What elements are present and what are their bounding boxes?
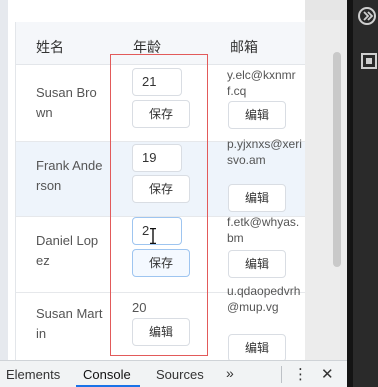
cell-email: f.etk@whyas.bm xyxy=(227,215,300,245)
age-input[interactable]: 19 xyxy=(132,144,182,172)
cell-email: p.yjxnxs@xerisvo.am xyxy=(227,137,302,167)
table-header: 姓名 年龄 邮箱 xyxy=(16,22,306,65)
header-email: 邮箱 xyxy=(230,39,258,55)
tab-sources[interactable]: Sources xyxy=(156,367,204,382)
tab-elements[interactable]: Elements xyxy=(6,367,60,382)
edit-button[interactable]: 编辑 xyxy=(228,334,286,360)
side-divider xyxy=(347,0,353,387)
left-gutter xyxy=(0,0,8,360)
header-name: 姓名 xyxy=(36,39,64,55)
age-input[interactable]: 21 xyxy=(132,68,182,96)
kebab-menu-icon[interactable]: ⋮ xyxy=(293,365,308,383)
table-row: Frank Anderson 19 保存 p.yjxnxs@xerisvo.am… xyxy=(16,137,306,217)
cell-name: Frank Anderson xyxy=(36,158,103,193)
divider xyxy=(281,366,282,383)
edit-button[interactable]: 编辑 xyxy=(228,101,286,129)
extension-icon[interactable] xyxy=(357,6,377,26)
data-table: 姓名 年龄 邮箱 Susan Brown 21 保存 y.elc@kxnmrf.… xyxy=(15,22,306,360)
save-button[interactable]: 保存 xyxy=(132,100,190,128)
more-tabs-icon[interactable]: » xyxy=(226,365,234,381)
close-icon[interactable]: ✕ xyxy=(321,365,334,383)
age-input[interactable]: 2 xyxy=(132,217,182,245)
cell-name: Susan Martin xyxy=(36,306,103,341)
top-strip xyxy=(305,0,347,20)
age-value: 20 xyxy=(132,300,147,315)
window-icon[interactable] xyxy=(360,52,378,70)
text-cursor-icon xyxy=(150,228,156,244)
save-button[interactable]: 保存 xyxy=(132,249,190,277)
edit-button[interactable]: 编辑 xyxy=(228,250,286,278)
cell-name: Susan Brown xyxy=(36,85,97,120)
table-row: Susan Martin 20 编辑 u.qdaopedvrh@mup.vg 编… xyxy=(16,284,306,360)
edit-button[interactable]: 编辑 xyxy=(132,318,190,346)
scrollbar[interactable] xyxy=(333,52,341,267)
header-age: 年龄 xyxy=(133,39,161,55)
save-button[interactable]: 保存 xyxy=(132,175,190,203)
tab-console[interactable]: Console xyxy=(83,367,131,382)
edit-button[interactable]: 编辑 xyxy=(228,184,286,212)
cell-email: y.elc@kxnmrf.cq xyxy=(227,68,296,98)
table-row: Daniel Lopez 2 保存 f.etk@whyas.bm 编辑 xyxy=(16,215,306,293)
cell-name: Daniel Lopez xyxy=(36,233,99,268)
table-row: Susan Brown 21 保存 y.elc@kxnmrf.cq 编辑 xyxy=(16,65,306,142)
cell-email: u.qdaopedvrh@mup.vg xyxy=(227,284,301,314)
devtools-tabbar: Elements Console Sources » ⋮ ✕ xyxy=(0,360,347,387)
